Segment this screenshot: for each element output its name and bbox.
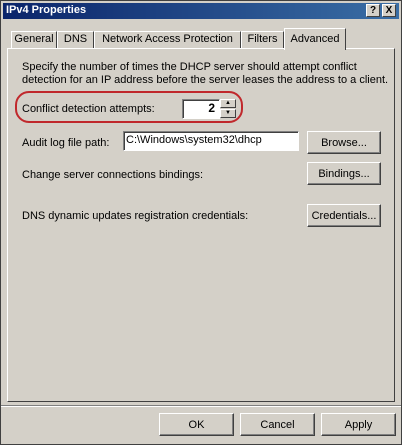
bindings-description: Change server connections bindings: xyxy=(22,169,204,181)
browse-button[interactable]: Browse... xyxy=(307,131,381,154)
title-bar[interactable]: IPv4 Properties ? X xyxy=(3,3,399,19)
credentials-button[interactable]: Credentials... xyxy=(307,204,381,227)
audit-log-path-input[interactable]: C:\Windows\system32\dhcp xyxy=(123,131,299,151)
tab-filters[interactable]: Filters xyxy=(241,31,284,48)
arrow-up-icon: ▲ xyxy=(225,100,231,106)
description-line-2: detection for an IP address before the s… xyxy=(22,74,389,86)
bindings-button[interactable]: Bindings... xyxy=(307,162,381,185)
window-title: IPv4 Properties xyxy=(6,4,87,16)
tab-advanced[interactable]: Advanced xyxy=(284,28,346,50)
advanced-tab-panel: Specify the number of times the DHCP ser… xyxy=(7,48,395,402)
conflict-detection-label: Conflict detection attempts: xyxy=(22,103,155,115)
tab-general[interactable]: General xyxy=(11,31,57,48)
tab-network-access-protection[interactable]: Network Access Protection xyxy=(94,31,241,48)
footer-separator xyxy=(1,405,401,407)
tab-dns[interactable]: DNS xyxy=(57,31,94,48)
audit-log-label: Audit log file path: xyxy=(22,137,110,149)
credentials-description: DNS dynamic updates registration credent… xyxy=(22,210,249,222)
properties-dialog: IPv4 Properties ? X General DNS Network … xyxy=(0,0,402,445)
help-button[interactable]: ? xyxy=(366,4,380,17)
cancel-button[interactable]: Cancel xyxy=(240,413,315,436)
description-line-1: Specify the number of times the DHCP ser… xyxy=(22,61,357,73)
spin-down-button[interactable]: ▼ xyxy=(220,109,236,118)
spin-up-button[interactable]: ▲ xyxy=(220,99,236,108)
ok-button[interactable]: OK xyxy=(159,413,234,436)
apply-button[interactable]: Apply xyxy=(321,413,396,436)
close-button[interactable]: X xyxy=(382,4,396,17)
arrow-down-icon: ▼ xyxy=(225,110,231,116)
conflict-attempts-input[interactable]: 2 xyxy=(182,99,220,119)
